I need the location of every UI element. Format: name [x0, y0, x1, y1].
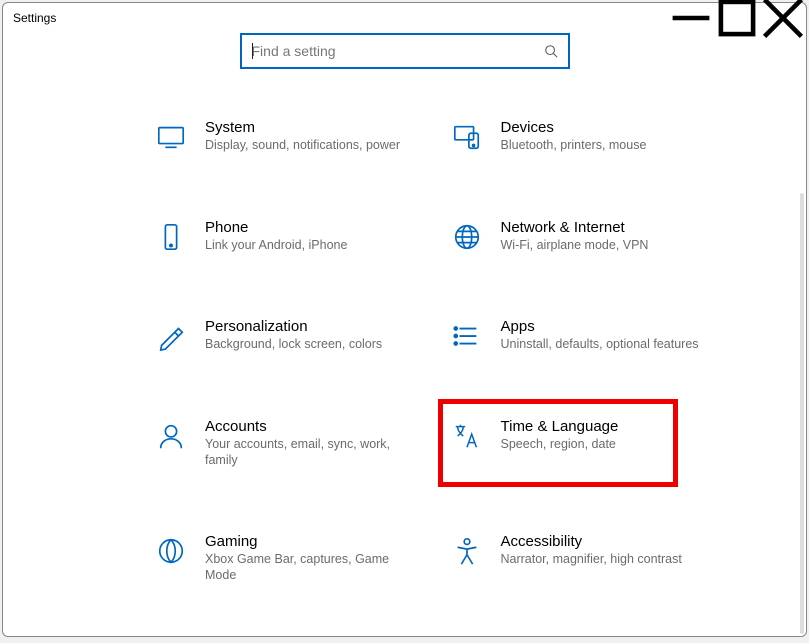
close-button[interactable] — [760, 3, 806, 33]
search-icon — [544, 44, 558, 58]
tile-accounts[interactable]: Accounts Your accounts, email, sync, wor… — [155, 418, 415, 468]
tile-network[interactable]: Network & Internet Wi-Fi, airplane mode,… — [451, 219, 711, 254]
tile-title: Gaming — [205, 533, 415, 550]
tile-subtitle: Link your Android, iPhone — [205, 238, 415, 254]
network-icon — [451, 221, 483, 253]
tile-phone[interactable]: Phone Link your Android, iPhone — [155, 219, 415, 254]
tile-title: Apps — [501, 318, 711, 335]
accounts-icon — [155, 420, 187, 452]
personalization-icon — [155, 320, 187, 352]
gaming-icon — [155, 535, 187, 567]
settings-window: Settings — [2, 2, 807, 637]
titlebar: Settings — [3, 3, 806, 33]
tile-time-language[interactable]: Time & Language Speech, region, date — [443, 404, 673, 482]
tile-gaming[interactable]: Gaming Xbox Game Bar, captures, Game Mod… — [155, 533, 415, 583]
tile-system[interactable]: System Display, sound, notifications, po… — [155, 119, 415, 154]
scrollbar[interactable] — [800, 193, 804, 634]
devices-icon — [451, 121, 483, 153]
tile-title: Devices — [501, 119, 711, 136]
tile-subtitle: Your accounts, email, sync, work, family — [205, 437, 415, 468]
tile-subtitle: Wi-Fi, airplane mode, VPN — [501, 238, 711, 254]
minimize-button[interactable] — [668, 3, 714, 33]
maximize-button[interactable] — [714, 3, 760, 33]
tile-devices[interactable]: Devices Bluetooth, printers, mouse — [451, 119, 711, 154]
tile-subtitle: Xbox Game Bar, captures, Game Mode — [205, 552, 415, 583]
content-area: System Display, sound, notifications, po… — [3, 33, 806, 636]
tile-subtitle: Bluetooth, printers, mouse — [501, 138, 711, 154]
tile-title: Accessibility — [501, 533, 711, 550]
phone-icon — [155, 221, 187, 253]
search-input[interactable] — [252, 43, 558, 59]
tile-subtitle: Narrator, magnifier, high contrast — [501, 552, 711, 568]
time-language-icon — [451, 420, 483, 452]
text-caret — [252, 43, 253, 59]
tile-title: Personalization — [205, 318, 415, 335]
window-title: Settings — [13, 11, 56, 25]
tile-apps[interactable]: Apps Uninstall, defaults, optional featu… — [451, 318, 711, 353]
window-controls — [668, 3, 806, 33]
tile-accessibility[interactable]: Accessibility Narrator, magnifier, high … — [451, 533, 711, 583]
tile-title: Phone — [205, 219, 415, 236]
tile-subtitle: Display, sound, notifications, power — [205, 138, 415, 154]
search-wrap — [3, 33, 806, 69]
tile-subtitle: Background, lock screen, colors — [205, 337, 415, 353]
tile-title: Time & Language — [501, 418, 665, 435]
search-box[interactable] — [240, 33, 570, 69]
apps-icon — [451, 320, 483, 352]
tile-title: Network & Internet — [501, 219, 711, 236]
system-icon — [155, 121, 187, 153]
tile-subtitle: Speech, region, date — [501, 437, 665, 453]
tile-personalization[interactable]: Personalization Background, lock screen,… — [155, 318, 415, 353]
tile-title: System — [205, 119, 415, 136]
settings-grid: System Display, sound, notifications, po… — [3, 119, 806, 623]
tile-subtitle: Uninstall, defaults, optional features — [501, 337, 711, 353]
accessibility-icon — [451, 535, 483, 567]
tile-title: Accounts — [205, 418, 415, 435]
